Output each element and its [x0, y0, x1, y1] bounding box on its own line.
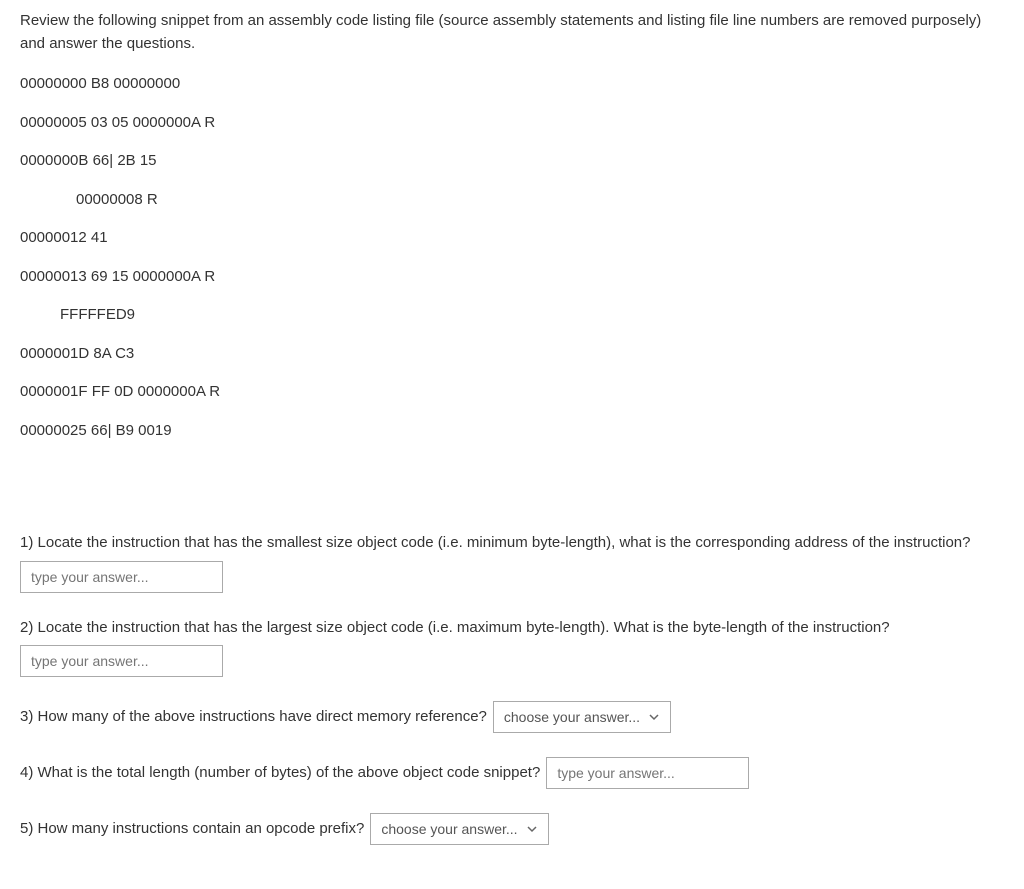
question-text: 4) What is the total length (number of b… — [20, 762, 540, 785]
question-text: 1) Locate the instruction that has the s… — [20, 532, 971, 555]
answer-input-q2[interactable] — [20, 645, 223, 677]
chevron-down-icon — [526, 823, 538, 835]
code-line: 00000000 B8 00000000 — [20, 73, 1004, 96]
question-row-1: 1) Locate the instruction that has the s… — [20, 532, 1004, 593]
question-text: 5) How many instructions contain an opco… — [20, 818, 364, 841]
code-line: 00000012 41 — [20, 227, 1004, 250]
question-row-2: 2) Locate the instruction that has the l… — [20, 617, 1004, 678]
select-placeholder: choose your answer... — [504, 707, 640, 728]
code-line: 0000000B 66| 2B 15 — [20, 150, 1004, 173]
answer-input-q4[interactable] — [546, 757, 749, 789]
question-row-4: 4) What is the total length (number of b… — [20, 757, 1004, 789]
code-line: 0000001F FF 0D 0000000A R — [20, 381, 1004, 404]
questions-section: 1) Locate the instruction that has the s… — [20, 532, 1004, 845]
question-text: 3) How many of the above instructions ha… — [20, 706, 487, 729]
code-line: 0000001D 8A C3 — [20, 343, 1004, 366]
code-line: 00000013 69 15 0000000A R — [20, 266, 1004, 289]
chevron-down-icon — [648, 711, 660, 723]
select-placeholder: choose your answer... — [381, 819, 517, 840]
question-text: 2) Locate the instruction that has the l… — [20, 617, 890, 640]
answer-input-q1[interactable] — [20, 561, 223, 593]
question-row-5: 5) How many instructions contain an opco… — [20, 813, 1004, 845]
answer-select-q5[interactable]: choose your answer... — [370, 813, 548, 845]
code-line: FFFFFED9 — [20, 304, 1004, 327]
instruction-text: Review the following snippet from an ass… — [20, 10, 1004, 55]
code-line: 00000005 03 05 0000000A R — [20, 112, 1004, 135]
code-line: 00000008 R — [20, 189, 1004, 212]
code-line: 00000025 66| B9 0019 — [20, 420, 1004, 443]
